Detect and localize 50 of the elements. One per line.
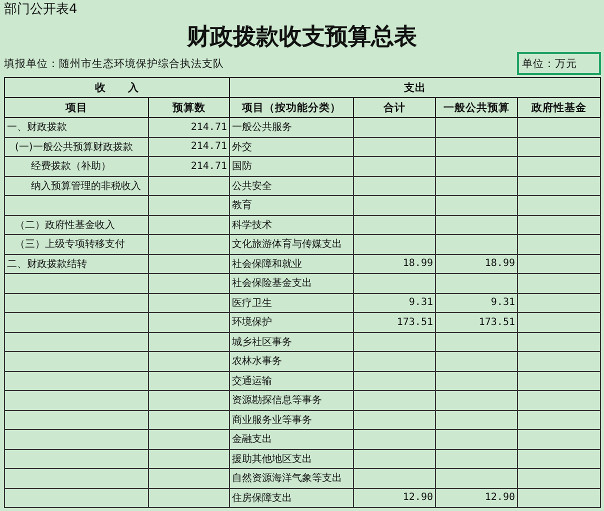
table-cell: 二、财政拨款结转 xyxy=(4,254,148,274)
table-cell: 12.90 xyxy=(436,488,518,508)
table-cell: 文化旅游体育与传媒支出 xyxy=(230,234,354,254)
column-header: 预算数 xyxy=(148,98,230,118)
column-header: 项目 xyxy=(4,98,148,118)
table-cell: 214.71 xyxy=(148,137,230,156)
reporting-unit: 填报单位：随州市生态环境保护综合执法支队 xyxy=(4,56,224,70)
table-cell: 教育 xyxy=(230,196,354,215)
table-cell: 经费拨款（补助） xyxy=(4,156,148,176)
table-cell: 自然资源海洋气象等支出 xyxy=(230,468,354,488)
table-cell: 交通运输 xyxy=(230,371,354,390)
table-cell: 商业服务业等事务 xyxy=(230,410,354,430)
table-cell: （三）上级专项转移支付 xyxy=(4,234,148,254)
table-cell: 援助其他地区支出 xyxy=(230,449,354,468)
table-cell: 173.51 xyxy=(436,312,518,332)
table-cell: 农林水事务 xyxy=(230,352,354,371)
table-cell: (一)一般公共预算财政拨款 xyxy=(4,137,148,156)
table-cell: 公共安全 xyxy=(230,176,354,196)
table-cell: 纳入预算管理的非税收入 xyxy=(4,176,148,196)
table-cell: 社会保障和就业 xyxy=(230,254,354,274)
column-header: 合计 xyxy=(354,98,436,118)
column-header: 项目（按功能分类） xyxy=(230,98,354,118)
column-header: 一般公共预算 xyxy=(436,98,518,118)
table-cell: 环境保护 xyxy=(230,312,354,332)
table-cell: 国防 xyxy=(230,156,354,176)
table-cell: 214.71 xyxy=(148,118,230,137)
table-cell: 医疗卫生 xyxy=(230,293,354,312)
table-cell: 18.99 xyxy=(436,254,518,274)
table-cell: 一般公共服务 xyxy=(230,118,354,137)
table-cell: 社会保险基金支出 xyxy=(230,274,354,293)
table-cell: 18.99 xyxy=(354,254,436,274)
table-cell: 住房保障支出 xyxy=(230,488,354,508)
table-cell: 外交 xyxy=(230,137,354,156)
table-cell: 214.71 xyxy=(148,156,230,176)
table-cell: 资源勘探信息等事务 xyxy=(230,390,354,410)
table-cell: 9.31 xyxy=(354,293,436,312)
table-cell: 城乡社区事务 xyxy=(230,332,354,352)
table-cell: 173.51 xyxy=(354,312,436,332)
table-cell: 9.31 xyxy=(436,293,518,312)
table-cell: 金融支出 xyxy=(230,430,354,449)
unit-cell[interactable]: 单位：万元 xyxy=(517,52,601,75)
income-header: 收 入 xyxy=(4,78,230,98)
expense-header: 支出 xyxy=(230,78,600,98)
column-header: 政府性基金 xyxy=(518,98,600,118)
table-cell: 一、财政拨款 xyxy=(4,118,148,137)
table-cell: 科学技术 xyxy=(230,215,354,234)
table-cell: 12.90 xyxy=(354,488,436,508)
table-cell: （二）政府性基金收入 xyxy=(4,215,148,234)
sheet-label: 部门公开表4 xyxy=(3,1,78,19)
table-title: 财政拨款收支预算总表 xyxy=(186,22,418,52)
